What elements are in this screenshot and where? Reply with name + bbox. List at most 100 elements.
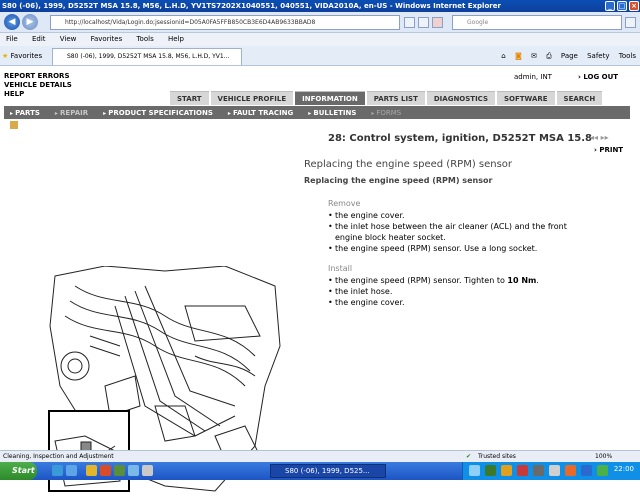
tray-icon[interactable] [597, 465, 608, 476]
quicklaunch-icon[interactable] [128, 465, 139, 476]
list-item: the inlet hose between the air cleaner (… [328, 221, 568, 243]
install-list: the engine speed (RPM) sensor. Tighten t… [328, 275, 568, 308]
remove-list: the engine cover. the inlet hose between… [328, 210, 568, 254]
browser-tab[interactable]: S80 (-06), 1999, D5252T MSA 15.8, M56, L… [52, 48, 242, 65]
status-text: Cleaning, Inspection and Adjustment [3, 453, 114, 460]
list-item: the engine cover. [328, 297, 568, 308]
logout-link[interactable]: › LOG OUT [578, 73, 618, 81]
menu-file[interactable]: File [6, 35, 18, 43]
system-tray: 22:00 [462, 462, 640, 480]
sub-navigation: PARTS REPAIR PRODUCT SPECIFICATIONS FAUL… [4, 106, 630, 119]
back-button[interactable]: ◀ [4, 14, 20, 30]
list-item: the engine speed (RPM) sensor. Use a lon… [328, 243, 568, 254]
taskbar: Start S80 (-06), 1999, D525... 22:00 [0, 462, 640, 480]
quicklaunch-icon[interactable] [100, 465, 111, 476]
ie-icon[interactable] [66, 465, 77, 476]
clock: 22:00 [613, 465, 634, 473]
menu-favorites[interactable]: Favorites [91, 35, 123, 43]
menu-view[interactable]: View [60, 35, 77, 43]
minimize-button[interactable]: _ [605, 1, 615, 11]
command-tools[interactable]: Tools [619, 52, 636, 60]
zoom-level[interactable]: 100% [595, 451, 612, 462]
document-icon[interactable] [10, 121, 18, 129]
taskbar-app-button[interactable]: S80 (-06), 1999, D525... [270, 464, 386, 478]
command-page[interactable]: Page [561, 52, 578, 60]
show-desktop-icon[interactable] [52, 465, 63, 476]
install-text-end: . [536, 276, 539, 285]
subnav-product-specifications[interactable]: PRODUCT SPECIFICATIONS [97, 109, 222, 117]
window-title: S80 (-06), 1999, D5252T MSA 15.8, M56, L… [2, 2, 501, 10]
quicklaunch-icon[interactable] [142, 465, 153, 476]
tray-icon[interactable] [485, 465, 496, 476]
list-item: the engine speed (RPM) sensor. Tighten t… [328, 275, 568, 286]
report-errors-link[interactable]: REPORT ERRORS [4, 72, 72, 81]
document-title: Replacing the engine speed (RPM) sensor [304, 159, 513, 170]
favorites-bar: ★ Favorites S80 (-06), 1999, D5252T MSA … [0, 46, 640, 66]
prev-doc-icon[interactable]: ◂◂ [590, 133, 598, 142]
list-item: the inlet hose. [328, 286, 568, 297]
torque-value: 10 Nm [507, 276, 537, 285]
mail-icon[interactable]: ✉ [531, 52, 537, 60]
command-safety[interactable]: Safety [587, 52, 609, 60]
menu-edit[interactable]: Edit [32, 35, 46, 43]
top-links: REPORT ERRORS VEHICLE DETAILS HELP [4, 72, 72, 99]
page-content: REPORT ERRORS VEHICLE DETAILS HELP admin… [0, 66, 640, 492]
tab-parts-list[interactable]: PARTS LIST [366, 91, 425, 105]
favorites-label: Favorites [10, 52, 43, 60]
forward-button[interactable]: ▶ [22, 14, 38, 30]
tab-vehicle-profile[interactable]: VEHICLE PROFILE [210, 91, 294, 105]
tray-icon[interactable] [549, 465, 560, 476]
quicklaunch-icon[interactable] [86, 465, 97, 476]
refresh-icon[interactable] [418, 17, 429, 28]
doc-nav-arrows: ◂◂ ▸▸ [590, 133, 609, 142]
vehicle-details-link[interactable]: VEHICLE DETAILS [4, 81, 72, 90]
address-bar[interactable]: http://localhost/Vida/Login.do;jsessioni… [50, 15, 400, 30]
tab-software[interactable]: SOFTWARE [497, 91, 555, 105]
menu-bar: File Edit View Favorites Tools Help [0, 33, 640, 46]
status-bar: Cleaning, Inspection and Adjustment ✔ Tr… [0, 450, 640, 462]
security-zone: Trusted sites [478, 453, 516, 460]
feeds-icon[interactable]: ◙ [515, 52, 522, 60]
command-bar: ⌂ ◙ ✉ ⎙ Page Safety Tools [494, 51, 636, 61]
tray-icon[interactable] [533, 465, 544, 476]
search-go-icon[interactable] [625, 17, 636, 28]
compat-view-icon[interactable] [404, 17, 415, 28]
list-item: the engine cover. [328, 210, 568, 221]
document-heading: 28: Control system, ignition, D5252T MSA… [328, 133, 592, 144]
install-label: Install [328, 264, 353, 273]
tray-icon[interactable] [501, 465, 512, 476]
tab-diagnostics[interactable]: DIAGNOSTICS [426, 91, 495, 105]
tab-search[interactable]: SEARCH [556, 91, 603, 105]
print-link[interactable]: › PRINT [594, 146, 623, 154]
tray-icon[interactable] [581, 465, 592, 476]
subnav-fault-tracing[interactable]: FAULT TRACING [222, 109, 302, 117]
next-doc-icon[interactable]: ▸▸ [601, 133, 609, 142]
star-icon: ★ [2, 52, 9, 60]
subnav-parts[interactable]: PARTS [4, 109, 49, 117]
print-icon[interactable]: ⎙ [546, 52, 552, 60]
subnav-bulletins[interactable]: BULLETINS [302, 109, 365, 117]
quicklaunch-icon[interactable] [114, 465, 125, 476]
install-text: the engine speed (RPM) sensor. Tighten t… [335, 276, 508, 285]
menu-tools[interactable]: Tools [136, 35, 153, 43]
favorites-button[interactable]: ★ Favorites [2, 50, 42, 62]
start-button[interactable]: Start [0, 462, 37, 480]
tray-icon[interactable] [517, 465, 528, 476]
tray-icon[interactable] [469, 465, 480, 476]
stop-icon[interactable] [432, 17, 443, 28]
home-icon[interactable]: ⌂ [501, 52, 505, 60]
address-toolbar: ◀ ▶ http://localhost/Vida/Login.do;jsess… [0, 12, 640, 33]
search-input[interactable]: Google [452, 15, 622, 30]
remove-label: Remove [328, 199, 361, 208]
help-link[interactable]: HELP [4, 90, 72, 99]
logout-label: LOG OUT [583, 73, 619, 81]
close-button[interactable]: × [629, 1, 639, 11]
tab-start[interactable]: START [170, 91, 209, 105]
main-tabs: START VEHICLE PROFILE INFORMATION PARTS … [170, 91, 604, 105]
subnav-forms[interactable]: FORMS [365, 109, 410, 117]
maximize-button[interactable]: □ [617, 1, 627, 11]
tab-information[interactable]: INFORMATION [295, 91, 365, 105]
menu-help[interactable]: Help [168, 35, 184, 43]
subnav-repair[interactable]: REPAIR [49, 109, 97, 117]
tray-icon[interactable] [565, 465, 576, 476]
